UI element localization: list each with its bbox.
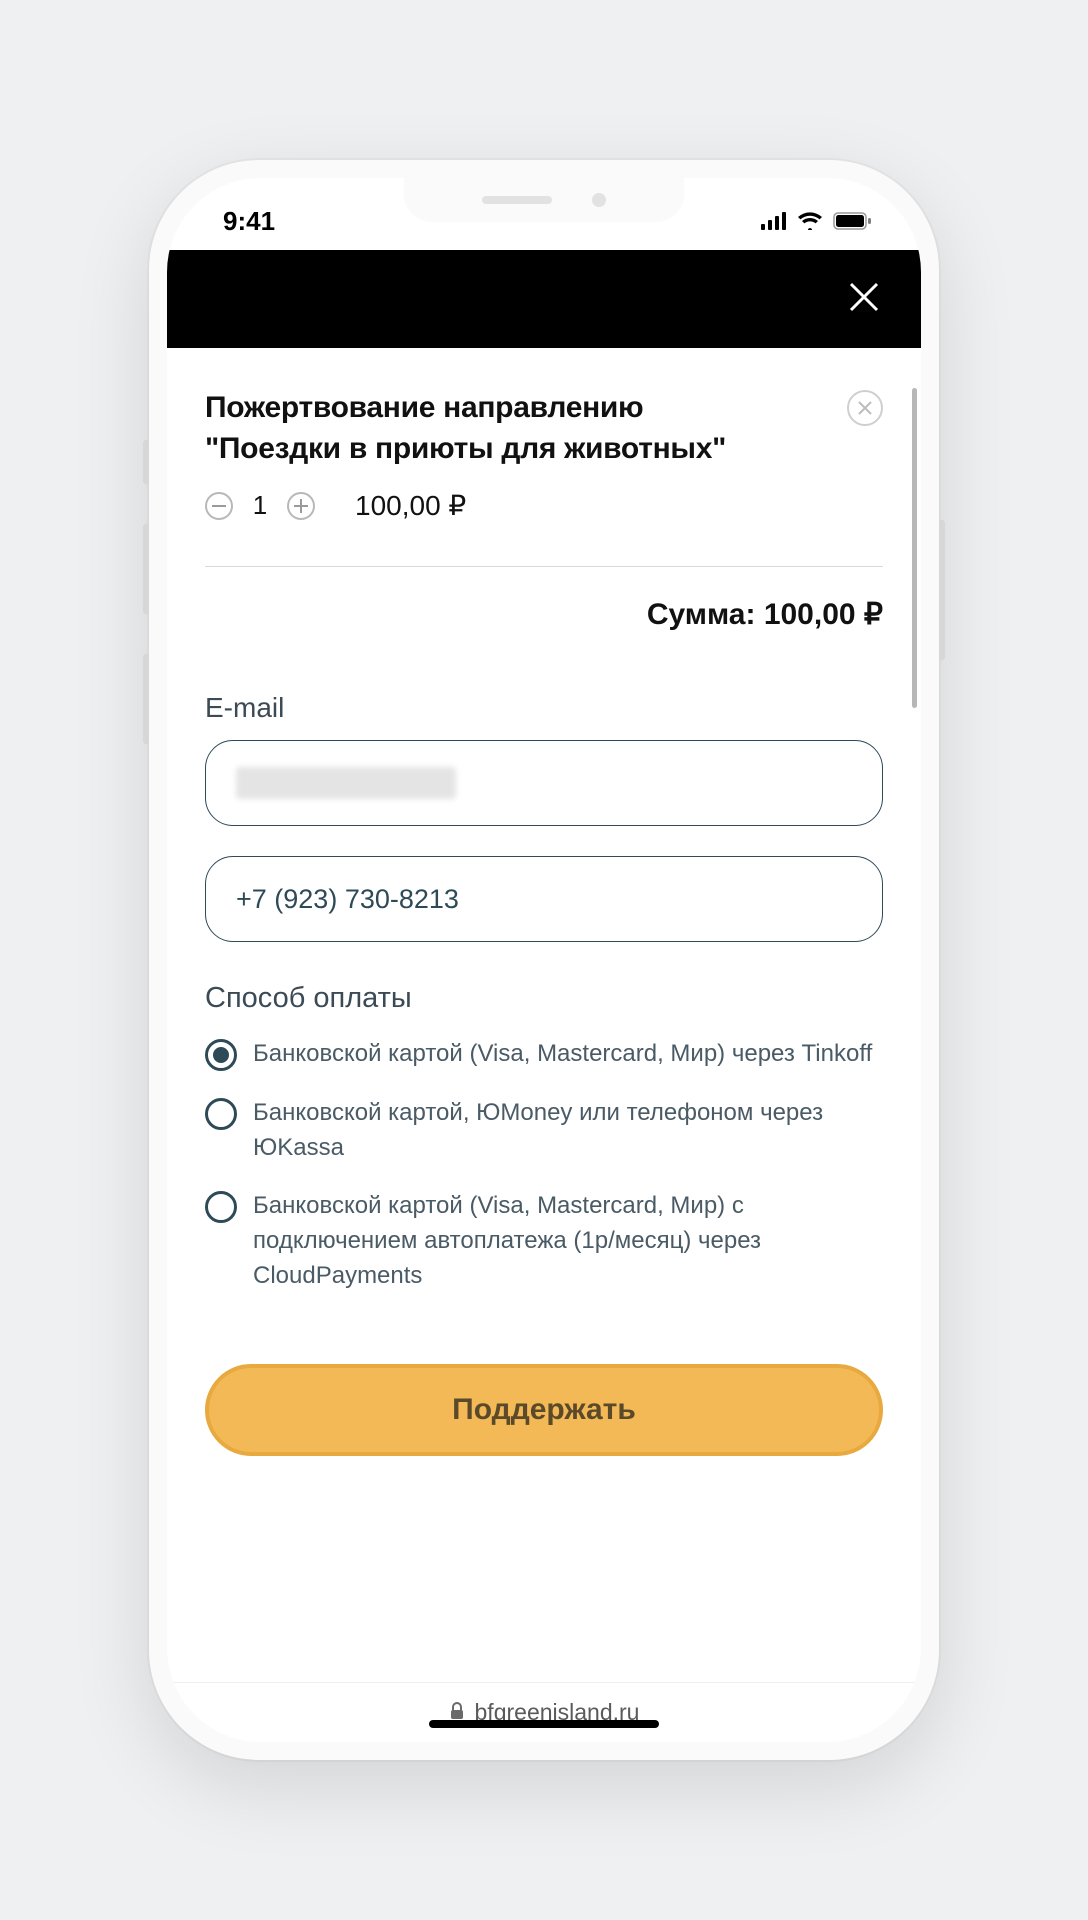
- quantity-value: 1: [251, 490, 269, 521]
- email-label: E-mail: [205, 692, 883, 724]
- submit-button[interactable]: Поддержать: [205, 1364, 883, 1456]
- email-value-redacted: [236, 767, 456, 799]
- email-field[interactable]: [205, 740, 883, 826]
- payment-option-label: Банковской картой (Visa, Mastercard, Мир…: [253, 1189, 883, 1293]
- decrease-button[interactable]: [205, 492, 233, 520]
- remove-item-button[interactable]: [847, 390, 883, 426]
- payment-option-cloudpayments[interactable]: Банковской картой (Visa, Mastercard, Мир…: [205, 1189, 883, 1293]
- quantity-row: 1 100,00 ₽: [205, 489, 883, 522]
- payment-option-label: Банковской картой (Visa, Mastercard, Мир…: [253, 1037, 883, 1072]
- product-title: Пожертвование направлению "Поездки в при…: [205, 388, 726, 469]
- payment-option-tinkoff[interactable]: Банковской картой (Visa, Mastercard, Мир…: [205, 1037, 883, 1072]
- radio-icon: [205, 1039, 237, 1071]
- item-price: 100,00 ₽: [355, 489, 466, 522]
- wifi-icon: [797, 206, 823, 237]
- total-row: Сумма: 100,00 ₽: [205, 597, 883, 632]
- status-time: 9:41: [223, 206, 275, 237]
- scrollbar[interactable]: [912, 388, 917, 708]
- radio-icon: [205, 1191, 237, 1223]
- cellular-icon: [761, 206, 787, 237]
- radio-icon: [205, 1098, 237, 1130]
- divider: [205, 566, 883, 567]
- phone-field[interactable]: +7 (923) 730-8213: [205, 856, 883, 942]
- phone-value: +7 (923) 730-8213: [236, 884, 459, 915]
- phone-notch: [404, 178, 684, 222]
- home-indicator[interactable]: [429, 1720, 659, 1728]
- payment-option-label: Банковской картой, ЮMoney или телефоном …: [253, 1096, 883, 1166]
- battery-icon: [833, 206, 871, 237]
- increase-button[interactable]: [287, 492, 315, 520]
- payment-option-yookassa[interactable]: Банковской картой, ЮMoney или телефоном …: [205, 1096, 883, 1166]
- top-bar: [167, 250, 921, 348]
- payment-method-label: Способ оплаты: [205, 982, 883, 1015]
- close-icon[interactable]: [847, 280, 881, 319]
- content-area: Пожертвование направлению "Поездки в при…: [167, 348, 921, 1682]
- phone-frame: 9:41 Пожертвование н: [149, 160, 939, 1760]
- browser-url-bar[interactable]: bfgreenisland.ru: [167, 1682, 921, 1742]
